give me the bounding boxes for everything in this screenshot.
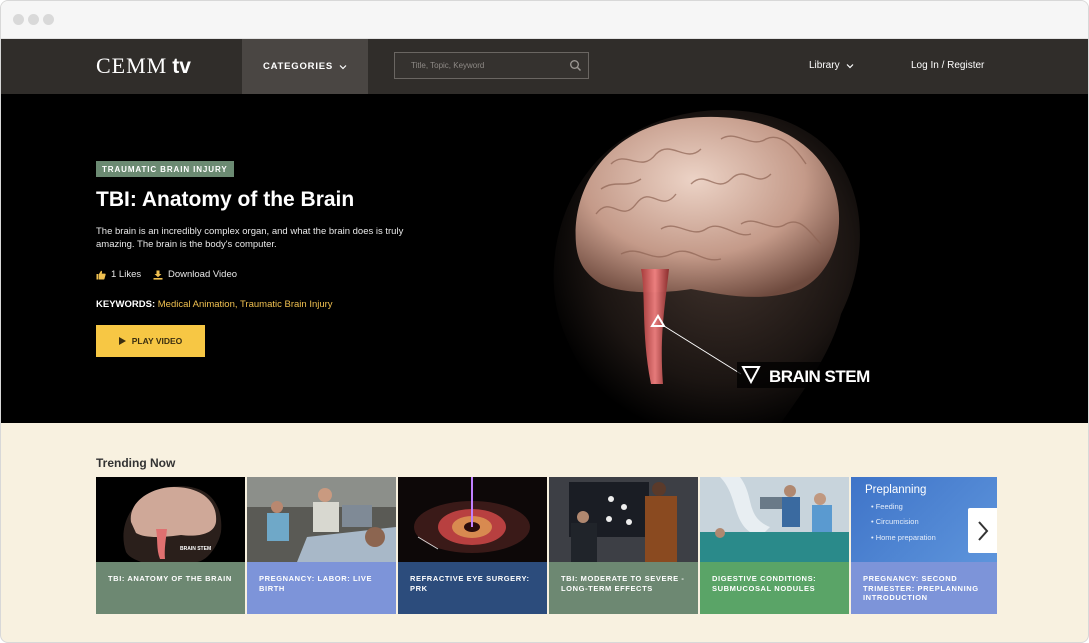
- thumb-bullet-text: Circumcision: [875, 517, 919, 526]
- download-icon: [153, 270, 163, 280]
- trending-card-refractive-eye-surgery[interactable]: REFRACTIVE EYE SURGERY: PRK: [398, 477, 547, 614]
- logo-sub: tv: [172, 55, 191, 78]
- login-register-link[interactable]: Log In / Register: [911, 60, 984, 71]
- thumb-bullet-2: • Circumcision: [871, 517, 919, 526]
- play-label: PLAY VIDEO: [131, 336, 183, 346]
- site-logo[interactable]: CEMM tv: [96, 53, 191, 79]
- likes-button[interactable]: 1 Likes: [96, 269, 141, 280]
- thumb-label: BRAIN STEM: [180, 546, 211, 552]
- site-navbar: CEMMtv CATEGORIES Library Log In / Regis…: [1, 39, 1088, 94]
- card-thumbnail: [549, 477, 698, 562]
- library-label: Library: [809, 60, 840, 71]
- chevron-right-icon: [977, 520, 988, 541]
- card-thumbnail: [247, 477, 396, 562]
- trending-heading: Trending Now: [96, 456, 176, 470]
- chevron-down-icon: [846, 63, 854, 68]
- thumb-bullet-text: Feeding: [875, 502, 903, 511]
- keywords-line: KEYWORDS: Medical Animation, Traumatic B…: [96, 299, 333, 310]
- carousel-next-button[interactable]: [968, 508, 997, 553]
- card-caption: DIGESTIVE CONDITIONS: SUBMUCOSAL NODULES: [700, 562, 849, 614]
- card-thumbnail: BRAIN STEM: [96, 477, 245, 562]
- categories-button[interactable]: CATEGORIES: [242, 39, 368, 94]
- login-label: Log In / Register: [911, 60, 985, 71]
- keywords-label: KEYWORDS:: [96, 299, 156, 310]
- brain-illustration: BRAIN STEM: [553, 110, 871, 423]
- digestive-thumbnail: [700, 477, 849, 562]
- brain-thumbnail: BRAIN STEM: [96, 477, 245, 562]
- card-caption: TBI: MODERATE TO SEVERE - LONG-TERM EFFE…: [549, 562, 698, 614]
- window-close-dot[interactable]: [13, 14, 24, 25]
- eye-surgery-thumbnail: [398, 477, 547, 562]
- labor-thumbnail: [247, 477, 396, 562]
- trending-carousel: BRAIN STEM TBI: ANATOMY OF THE BRAIN PRE…: [96, 477, 997, 614]
- likes-count: 1 Likes: [111, 269, 142, 280]
- thumb-bullet-1: • Feeding: [871, 502, 903, 511]
- browser-window: CEMMtv CATEGORIES Library Log In / Regis…: [0, 0, 1089, 643]
- card-thumbnail: [398, 477, 547, 562]
- play-video-button[interactable]: PLAY VIDEO: [96, 325, 205, 357]
- download-video-button[interactable]: Download Video: [153, 269, 237, 280]
- search-icon[interactable]: [569, 59, 582, 72]
- download-label: Download Video: [168, 269, 238, 280]
- thumb-title: Preplanning: [865, 484, 927, 496]
- thumbs-up-icon: [96, 270, 106, 279]
- card-caption: PREGNANCY: LABOR: LIVE BIRTH: [247, 562, 396, 614]
- hero-banner: BRAIN STEM TRAUMATIC BRAIN INJURY TBI: A…: [1, 94, 1088, 423]
- card-caption: PREGNANCY: SECOND TRIMESTER: PREPLANNING…: [851, 562, 997, 614]
- window-maximize-dot[interactable]: [43, 14, 54, 25]
- brain-stem-label: BRAIN STEM: [769, 367, 870, 386]
- card-caption: TBI: ANATOMY OF THE BRAIN: [96, 562, 245, 614]
- keyword-link-medical-animation[interactable]: Medical Animation: [158, 299, 235, 310]
- play-icon: [118, 337, 126, 345]
- trending-card-tbi-anatomy[interactable]: BRAIN STEM TBI: ANATOMY OF THE BRAIN: [96, 477, 245, 614]
- video-description: The brain is an incredibly complex organ…: [96, 226, 404, 250]
- keyword-link-traumatic-brain-injury[interactable]: Traumatic Brain Injury: [240, 299, 333, 310]
- trending-card-pregnancy-labor[interactable]: PREGNANCY: LABOR: LIVE BIRTH: [247, 477, 396, 614]
- trending-card-digestive-conditions[interactable]: DIGESTIVE CONDITIONS: SUBMUCOSAL NODULES: [700, 477, 849, 614]
- trending-card-tbi-moderate-severe[interactable]: TBI: MODERATE TO SEVERE - LONG-TERM EFFE…: [549, 477, 698, 614]
- library-menu[interactable]: Library: [809, 60, 854, 71]
- tbi-therapy-thumbnail: [549, 477, 698, 562]
- browser-titlebar: [1, 1, 1088, 39]
- card-caption: REFRACTIVE EYE SURGERY: PRK: [398, 562, 547, 614]
- chevron-down-icon: [339, 64, 347, 69]
- search-input[interactable]: [395, 53, 565, 78]
- thumb-bullet-text: Home preparation: [875, 533, 936, 542]
- logo-main: CEMM: [96, 53, 168, 78]
- window-minimize-dot[interactable]: [28, 14, 39, 25]
- thumb-bullet-3: • Home preparation: [871, 533, 936, 542]
- categories-label: CATEGORIES: [262, 61, 334, 72]
- search-box: [394, 52, 589, 79]
- category-tag[interactable]: TRAUMATIC BRAIN INJURY: [96, 161, 234, 177]
- card-thumbnail: [700, 477, 849, 562]
- video-title: TBI: Anatomy of the Brain: [96, 188, 355, 211]
